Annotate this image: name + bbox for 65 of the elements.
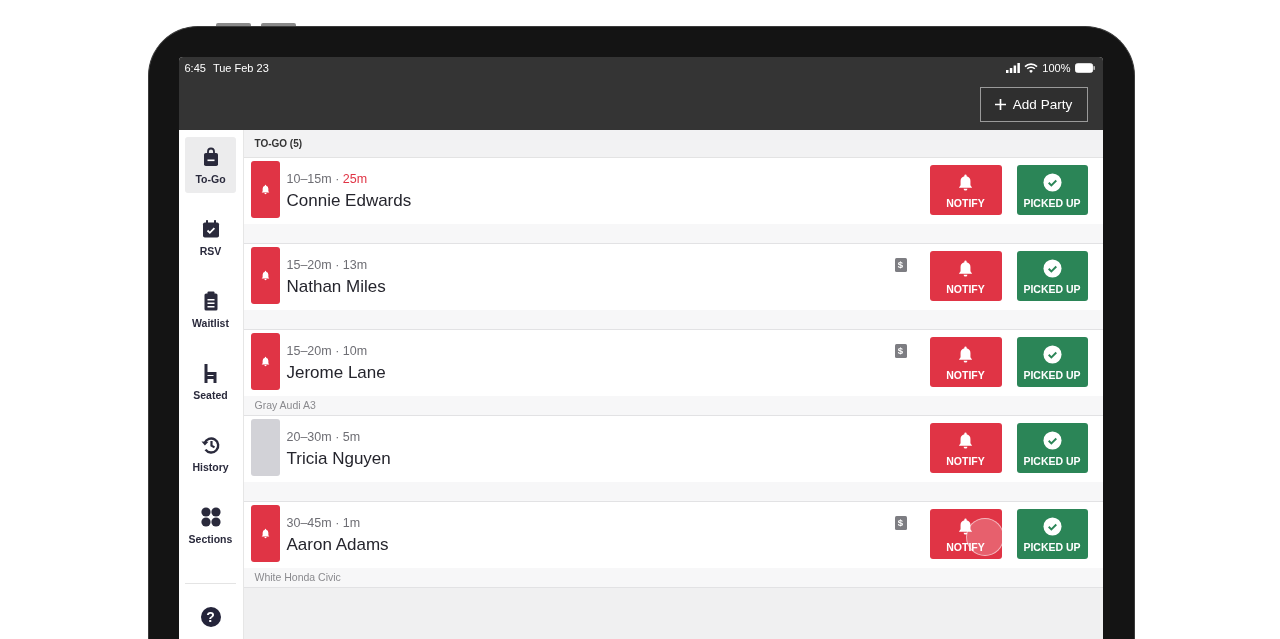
sidebar-tab[interactable]: Waitlist (185, 280, 236, 337)
bell-icon (956, 430, 975, 450)
calendar-check-icon (200, 218, 221, 239)
notify-button[interactable]: NOTIFY (929, 164, 1002, 215)
add-party-button[interactable]: Add Party (979, 86, 1088, 122)
picked-up-button[interactable]: PICKED UP (1016, 336, 1088, 387)
check-circle-icon (1042, 258, 1062, 278)
picked-up-button[interactable]: PICKED UP (1016, 508, 1088, 559)
customer-name: Jerome Lane (286, 361, 386, 384)
volume-key (261, 23, 296, 26)
customer-name: Aaron Adams (286, 533, 389, 556)
sidebar-tab[interactable]: RSV (185, 208, 236, 265)
elapsed-time: 13m (342, 257, 368, 272)
four-dots-icon (200, 506, 221, 527)
bell-icon (259, 183, 271, 195)
check-circle-icon (1042, 430, 1062, 450)
wifi-icon (1024, 62, 1039, 73)
battery-icon (1074, 62, 1095, 73)
notify-button[interactable]: NOTIFY (929, 508, 1002, 559)
sidebar-tab[interactable]: Seated (185, 352, 236, 409)
check-circle-icon (1042, 516, 1062, 536)
dollar-icon: $ (894, 515, 907, 530)
check-circle-icon (1042, 172, 1062, 192)
notify-button[interactable]: NOTIFY (929, 250, 1002, 301)
volume-key (216, 23, 251, 26)
notify-button[interactable]: NOTIFY (929, 336, 1002, 387)
elapsed-time: 5m (342, 429, 361, 444)
bell-icon (259, 269, 271, 281)
status-time: 6:45 (184, 61, 206, 74)
bell-icon (956, 258, 975, 278)
plus-icon (994, 98, 1006, 110)
bell-icon (956, 344, 975, 364)
section-title: TO-GO (5) (254, 137, 303, 149)
bell-icon (259, 527, 271, 539)
quoted-time: 20–30m · (286, 429, 340, 444)
notify-button[interactable]: NOTIFY (929, 422, 1002, 473)
help-button[interactable]: ? (200, 606, 221, 627)
customer-name: Tricia Nguyen (286, 447, 391, 470)
picked-up-button[interactable]: PICKED UP (1016, 422, 1088, 473)
dollar-icon: $ (894, 343, 907, 358)
status-date: Tue Feb 23 (212, 61, 269, 74)
signal-icon (1006, 62, 1021, 73)
sidebar-tab[interactable]: To-Go (185, 136, 236, 193)
sidebar-tab[interactable]: Sections (185, 496, 236, 553)
quoted-time: 15–20m · (286, 257, 340, 272)
quoted-time: 10–15m · (286, 171, 340, 186)
elapsed-time: 1m (342, 515, 361, 530)
check-circle-icon (1042, 344, 1062, 364)
bell-icon (956, 516, 975, 536)
elapsed-time: 10m (342, 343, 368, 358)
bell-icon (259, 355, 271, 367)
vehicle-note: White Honda Civic (254, 571, 341, 583)
customer-name: Nathan Miles (286, 275, 386, 298)
quoted-time: 15–20m · (286, 343, 340, 358)
history-icon (200, 434, 221, 455)
vehicle-note: Gray Audi A3 (254, 399, 316, 411)
picked-up-button[interactable]: PICKED UP (1016, 250, 1088, 301)
elapsed-time: 25m (342, 171, 368, 186)
picked-up-button[interactable]: PICKED UP (1016, 164, 1088, 215)
dollar-icon: $ (894, 257, 907, 272)
customer-name: Connie Edwards (286, 189, 412, 212)
battery-percent: 100% (1042, 61, 1071, 74)
sidebar-tab[interactable]: History (185, 424, 236, 481)
bell-icon (956, 172, 975, 192)
quoted-time: 30–45m · (286, 515, 340, 530)
